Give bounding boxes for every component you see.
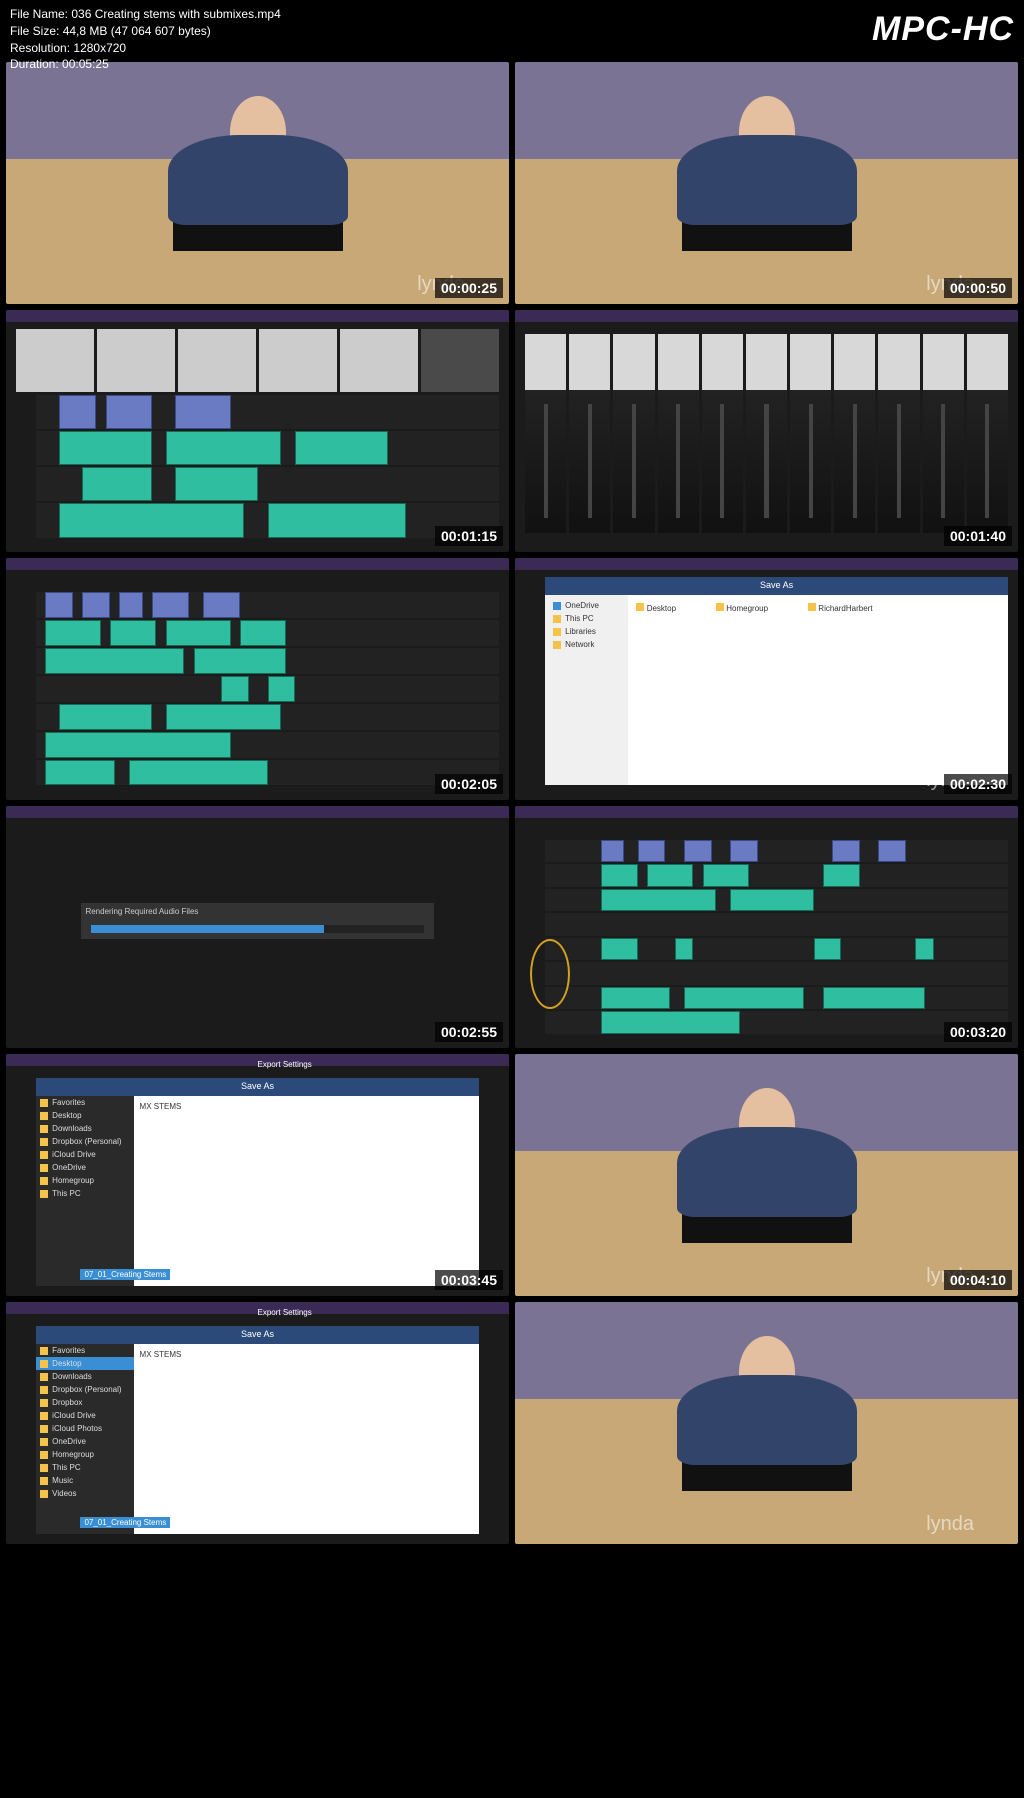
thumbnail-grid: lynda 00:00:25 lynda 00:00:50 00:01:15	[6, 62, 1018, 1792]
dialog-content: MX STEMS	[134, 1344, 479, 1534]
app-brand: MPC-HC	[872, 6, 1014, 54]
timestamp: 00:02:55	[435, 1022, 503, 1042]
file-info-header: File Name: 036 Creating stems with submi…	[0, 0, 1024, 60]
file-size-label: File Size:	[10, 24, 59, 38]
progress-bar	[91, 925, 423, 933]
timeline	[36, 592, 499, 786]
thumbnail[interactable]: 00:03:20	[515, 806, 1018, 1048]
timestamp: 00:02:30	[944, 774, 1012, 794]
sidebar-item[interactable]: Network	[565, 640, 594, 649]
dialog-title: Save As	[36, 1078, 479, 1096]
dialog-sidebar: Favorites Desktop Downloads Dropbox (Per…	[36, 1344, 133, 1534]
sidebar-item[interactable]: Libraries	[565, 627, 596, 636]
laptop-icon	[682, 191, 852, 251]
file-info-block: File Name: 036 Creating stems with submi…	[10, 6, 281, 73]
progress-dialog: Rendering Required Audio Files	[81, 903, 433, 939]
timeline	[545, 840, 1008, 1034]
window-titlebar: Export Settings	[6, 1054, 509, 1066]
save-as-dialog: Save As OneDrive This PC Libraries Netwo…	[545, 577, 1008, 785]
audio-mixer	[525, 334, 1008, 532]
laptop-icon	[682, 1431, 852, 1491]
file-name-value: 036 Creating stems with submixes.mp4	[71, 7, 280, 21]
sidebar-item[interactable]: OneDrive	[565, 601, 599, 610]
dialog-sidebar: OneDrive This PC Libraries Network	[545, 595, 628, 785]
thumbnail[interactable]: 00:02:05	[6, 558, 509, 800]
dialog-content: Desktop Homegroup RichardHarbert	[628, 595, 1007, 785]
watermark: lynda	[926, 1513, 974, 1536]
duration-label: Duration:	[10, 57, 59, 71]
duration-value: 00:05:25	[62, 57, 109, 71]
thumbnail[interactable]: Export Settings Save As Favorites Deskto…	[6, 1054, 509, 1296]
dialog-title: Save As	[36, 1326, 479, 1344]
thumbnail[interactable]: Save As OneDrive This PC Libraries Netwo…	[515, 558, 1018, 800]
thumbnail[interactable]: Export Settings Save As Favorites Deskto…	[6, 1302, 509, 1544]
laptop-icon	[173, 191, 343, 251]
filename-input[interactable]: 07_01_Creating Stems	[80, 1269, 170, 1280]
window-titlebar	[6, 806, 509, 818]
timestamp: 00:01:40	[944, 526, 1012, 546]
window-titlebar	[515, 310, 1018, 322]
sidebar-item[interactable]: This PC	[565, 614, 593, 623]
save-as-dialog: Save As Favorites Desktop Downloads Drop…	[36, 1078, 479, 1286]
save-as-dialog: Save As Favorites Desktop Downloads Drop…	[36, 1326, 479, 1534]
timestamp: 00:03:20	[944, 1022, 1012, 1042]
dialog-title: Save As	[545, 577, 1008, 595]
window-titlebar	[515, 806, 1018, 818]
timeline	[36, 395, 499, 538]
filename-input[interactable]: 07_01_Creating Stems	[80, 1517, 170, 1528]
highlight-circle-icon	[530, 939, 570, 1009]
audio-panel-grid	[16, 329, 499, 392]
timestamp: 00:04:10	[944, 1270, 1012, 1290]
thumbnail[interactable]: lynda 00:00:50	[515, 62, 1018, 304]
thumbnail[interactable]: lynda 00:04:10	[515, 1054, 1018, 1296]
progress-title: Rendering Required Audio Files	[81, 903, 433, 920]
window-titlebar	[515, 558, 1018, 570]
file-name-label: File Name:	[10, 7, 68, 21]
timestamp: 00:00:25	[435, 278, 503, 298]
timestamp: 00:00:50	[944, 278, 1012, 298]
window-titlebar	[6, 310, 509, 322]
window-titlebar	[6, 558, 509, 570]
thumbnail[interactable]: Rendering Required Audio Files 00:02:55	[6, 806, 509, 1048]
dialog-sidebar: Favorites Desktop Downloads Dropbox (Per…	[36, 1096, 133, 1286]
dialog-content: MX STEMS	[134, 1096, 479, 1286]
thumbnail[interactable]: lynda 00:00:25	[6, 62, 509, 304]
laptop-icon	[682, 1183, 852, 1243]
thumbnail[interactable]: lynda	[515, 1302, 1018, 1544]
window-titlebar: Export Settings	[6, 1302, 509, 1314]
resolution-value: 1280x720	[73, 41, 126, 55]
timestamp: 00:01:15	[435, 526, 503, 546]
thumbnail[interactable]: 00:01:40	[515, 310, 1018, 552]
timestamp: 00:03:45	[435, 1270, 503, 1290]
timestamp: 00:02:05	[435, 774, 503, 794]
file-size-value: 44,8 MB (47 064 607 bytes)	[63, 24, 211, 38]
resolution-label: Resolution:	[10, 41, 70, 55]
thumbnail[interactable]: 00:01:15	[6, 310, 509, 552]
